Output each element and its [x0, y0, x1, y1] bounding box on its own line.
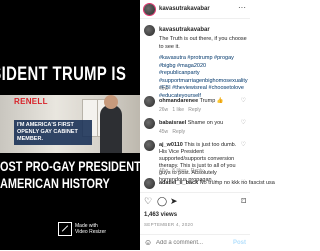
author-avatar[interactable]: [144, 4, 155, 15]
actions-divider: [140, 192, 250, 193]
photo-person-head: [104, 95, 118, 109]
share-icon[interactable]: ➤: [170, 197, 178, 206]
comment-meta: 26w 1 like Reply: [159, 107, 201, 113]
comment-avatar[interactable]: [144, 118, 155, 129]
comment-text: Trump: [199, 98, 216, 104]
comment: ohmandarenee Trump 👍: [159, 98, 224, 104]
caption-text: The Truth is out there, if you choose to…: [159, 36, 247, 50]
views-count[interactable]: 1,463 views: [144, 212, 177, 218]
comment-avatar[interactable]: [144, 96, 155, 107]
comment-like-heart-icon[interactable]: ♡: [241, 141, 246, 148]
comment-text: This is just too dumb. His Vice Presiden…: [159, 142, 237, 183]
emoji-smiley-icon[interactable]: ☺: [144, 238, 152, 247]
heart-icon[interactable]: ♡: [144, 197, 152, 206]
comment-likes[interactable]: 1 like: [172, 107, 184, 113]
watermark-line-2: Video Resizer: [75, 229, 107, 235]
comment-text: No trump no kkk no fascist usa: [199, 180, 275, 186]
author-username[interactable]: kavasutrakavabar: [159, 6, 210, 12]
video-name-tag: RENELL: [14, 97, 48, 106]
comment-meta: 46w 5 likes Reply: [159, 168, 204, 174]
comment-like-heart-icon[interactable]: ♡: [241, 179, 246, 186]
instagram-post-page: RESIDENT TRUMP IS RENELL I'M AMERICA'S F…: [0, 0, 275, 251]
post-details-panel: kavasutrakavabar ··· kavasutrakavabar Th…: [140, 0, 275, 251]
post-media-video[interactable]: RESIDENT TRUMP IS RENELL I'M AMERICA'S F…: [0, 0, 140, 250]
bookmark-icon[interactable]: ⌑: [241, 197, 246, 206]
video-quote-caption: I'M AMERICA'S FIRST OPENLY GAY CABINET M…: [14, 120, 92, 145]
comment-username[interactable]: babaisrael: [159, 120, 186, 126]
thumbs-up-emoji: 👍: [216, 98, 224, 104]
comment-age: 26w: [159, 107, 169, 113]
comment-reply[interactable]: Reply: [191, 168, 204, 174]
post-header: kavasutrakavabar ···: [140, 0, 250, 19]
comment-age: 46w: [159, 168, 169, 174]
video-headline-bottom-line-2: AMERICAN HISTORY: [0, 175, 110, 191]
comment: babaisrael Shame on you: [159, 120, 223, 126]
comment-username[interactable]: ohmandarenee: [159, 98, 198, 104]
comment-avatar[interactable]: [144, 178, 155, 189]
caption-age: 49w: [159, 86, 169, 92]
post-date: SEPTEMBER 4, 2020: [144, 222, 194, 227]
comment-avatar[interactable]: [144, 140, 155, 151]
video-headline-bottom-line-1: OST PRO-GAY PRESIDENT: [0, 158, 140, 174]
comment-reply[interactable]: Reply: [172, 129, 185, 135]
caption-username[interactable]: kavasutrakavabar: [159, 27, 210, 33]
comment-like-heart-icon[interactable]: ♡: [241, 97, 246, 104]
comment-text: Shame on you: [187, 120, 224, 126]
video-watermark: Made with Video Resizer: [58, 222, 106, 236]
add-comment-bar: ☺ Post: [140, 234, 250, 251]
comment-icon[interactable]: ◯: [157, 197, 167, 206]
caption-hashtags[interactable]: #kavasutra #protrump #progay #bigbg #mag…: [159, 55, 248, 100]
comment: adatiel_ii_back No trump no kkk no fasci…: [159, 180, 275, 186]
post-comment-button[interactable]: Post: [233, 240, 246, 246]
comment-reply[interactable]: Reply: [188, 107, 201, 113]
comment-age: 45w: [159, 129, 169, 135]
add-comment-input[interactable]: [156, 238, 226, 248]
caption-author-avatar[interactable]: [144, 25, 155, 36]
comment-likes[interactable]: 5 likes: [172, 168, 186, 174]
comment: aj_w0110 This is just too dumb. His Vice…: [159, 142, 239, 184]
video-headline-top: RESIDENT TRUMP IS: [0, 64, 127, 85]
photo-person: [100, 105, 122, 153]
more-horizontal-icon[interactable]: ···: [238, 4, 246, 12]
comment-meta: 45w Reply: [159, 129, 185, 135]
comment-username[interactable]: adatiel_ii_back: [159, 180, 198, 186]
comment-username[interactable]: aj_w0110: [159, 142, 183, 148]
video-headline-bottom: OST PRO-GAY PRESIDENT AMERICAN HISTORY: [0, 158, 140, 192]
comment-like-heart-icon[interactable]: ♡: [241, 119, 246, 126]
video-resizer-logo-icon: [58, 222, 72, 236]
